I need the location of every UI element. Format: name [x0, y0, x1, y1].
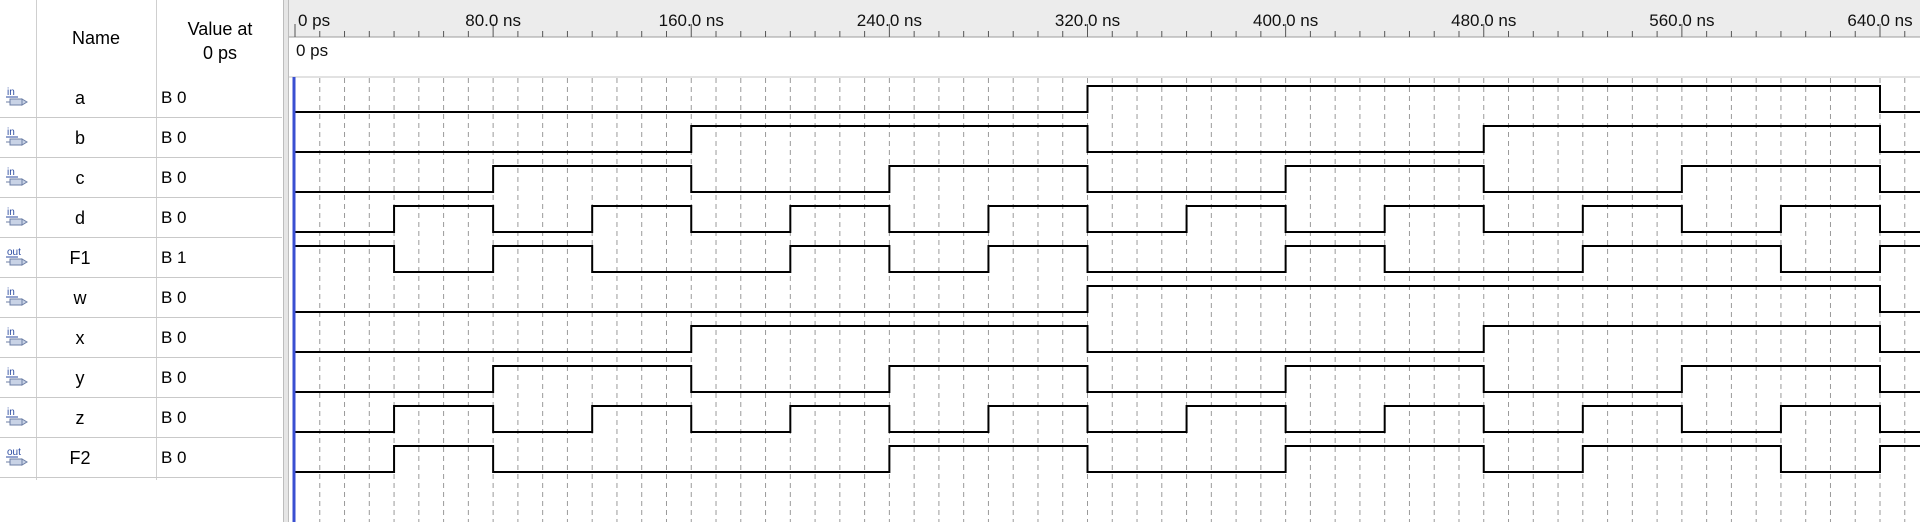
waveform-canvas[interactable]: 0 ps 80.0 ns 160.0 ns 240.0 ns 320.0 ns 400.0… — [289, 0, 1920, 522]
input-pin-icon: in — [4, 286, 32, 310]
signal-name: b — [74, 128, 85, 148]
signal-row-b[interactable]: in b B 0 — [0, 118, 282, 158]
svg-text:out: out — [7, 247, 21, 258]
signal-row-f2[interactable]: out F2 B 0 — [0, 438, 282, 478]
ruler-tick-label: 560.0 ns — [1649, 11, 1714, 30]
ruler-tick-label: 320.0 ns — [1055, 11, 1120, 30]
signal-row-d[interactable]: in d B 0 — [0, 198, 282, 238]
signal-list-panel: Name Value at 0 ps in a B 0 in b B 0 in c B 0 in d… — [0, 0, 283, 522]
signal-row-c[interactable]: in c B 0 — [0, 158, 282, 198]
waveform-w[interactable] — [295, 285, 1920, 313]
waveform-panel[interactable]: 0 ps 80.0 ns 160.0 ns 240.0 ns 320.0 ns 400.0… — [289, 0, 1920, 522]
signal-value: B 0 — [161, 128, 187, 147]
signal-row-z[interactable]: in z B 0 — [0, 398, 282, 438]
signal-name: y — [75, 368, 85, 388]
signal-row-y[interactable]: in y B 0 — [0, 358, 282, 398]
waveform-b[interactable] — [295, 125, 1920, 153]
ruler-tick-label: 160.0 ns — [659, 11, 724, 30]
signal-value: B 0 — [161, 288, 187, 307]
input-pin-icon: in — [4, 86, 32, 110]
value-column-header-line1: Value at — [187, 19, 253, 39]
svg-text:in: in — [7, 127, 15, 138]
signal-value: B 0 — [161, 168, 187, 187]
ruler-tick-label: 400.0 ns — [1253, 11, 1318, 30]
signal-name: w — [73, 288, 87, 308]
waveform-d[interactable] — [295, 205, 1920, 233]
svg-text:in: in — [7, 367, 15, 378]
input-pin-icon: in — [4, 166, 32, 190]
signal-row-x[interactable]: in x B 0 — [0, 318, 282, 358]
signal-value: B 0 — [161, 408, 187, 427]
value-column-header[interactable]: Value at 0 ps — [158, 17, 282, 65]
signal-name: x — [75, 328, 85, 348]
waveform-editor: Name Value at 0 ps in a B 0 in b B 0 in c B 0 in d… — [0, 0, 1920, 522]
value-column-header-line2: 0 ps — [202, 43, 238, 63]
waveform-z[interactable] — [295, 405, 1920, 433]
signal-name: F1 — [69, 248, 91, 268]
svg-text:in: in — [7, 167, 15, 178]
input-pin-icon: in — [4, 206, 32, 230]
input-pin-icon: in — [4, 126, 32, 150]
ruler-tick-label: 640.0 ns — [1847, 11, 1912, 30]
waveform-y[interactable] — [295, 365, 1920, 393]
signal-name: a — [74, 88, 85, 108]
svg-text:in: in — [7, 327, 15, 338]
cursor-time-label: 0 ps — [296, 41, 328, 60]
signal-row-a[interactable]: in a B 0 — [0, 78, 282, 118]
signal-list-header: Name Value at 0 ps — [0, 0, 282, 78]
input-pin-icon: in — [4, 366, 32, 390]
waveform-f2[interactable] — [295, 445, 1920, 473]
svg-text:in: in — [7, 87, 15, 98]
svg-text:out: out — [7, 447, 21, 458]
waveform-f1[interactable] — [295, 245, 1920, 273]
svg-text:in: in — [7, 207, 15, 218]
signal-row-f1[interactable]: out F1 B 1 — [0, 238, 282, 278]
signal-value: B 0 — [161, 448, 187, 467]
signal-value: B 0 — [161, 328, 187, 347]
signal-value: B 0 — [161, 368, 187, 387]
signal-name: d — [74, 208, 85, 228]
name-column-header[interactable]: Name — [36, 28, 156, 49]
signal-name: z — [75, 408, 85, 428]
svg-text:in: in — [7, 287, 15, 298]
input-pin-icon: in — [4, 406, 32, 430]
waveform-c[interactable] — [295, 165, 1920, 193]
signal-name: F2 — [69, 448, 91, 468]
waveform-x[interactable] — [295, 325, 1920, 353]
signal-value: B 1 — [161, 248, 187, 267]
signal-name: c — [75, 168, 85, 188]
ruler-tick-label: 80.0 ns — [465, 11, 521, 30]
output-pin-icon: out — [4, 246, 32, 270]
signal-value: B 0 — [161, 208, 187, 227]
ruler-tick-label: 480.0 ns — [1451, 11, 1516, 30]
output-pin-icon: out — [4, 446, 32, 470]
ruler-tick-label: 240.0 ns — [857, 11, 922, 30]
waveform-a[interactable] — [295, 85, 1920, 113]
input-pin-icon: in — [4, 326, 32, 350]
signal-row-w[interactable]: in w B 0 — [0, 278, 282, 318]
ruler-tick-label: 0 ps — [298, 11, 330, 30]
svg-text:in: in — [7, 407, 15, 418]
signal-value: B 0 — [161, 88, 187, 107]
